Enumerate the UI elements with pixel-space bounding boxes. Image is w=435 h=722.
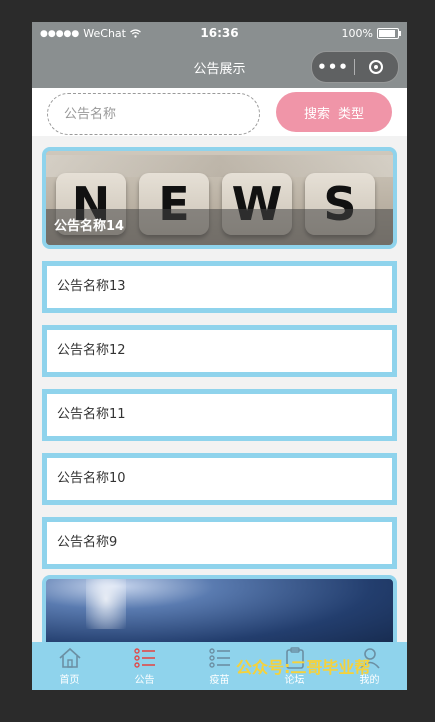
type-button-label: 类型 — [338, 105, 365, 121]
tab-label: 公告 — [134, 675, 155, 686]
more-button[interactable]: ••• — [312, 58, 354, 76]
tab-announcement[interactable]: 公告 — [107, 642, 182, 690]
status-bar: ●●●●● WeChat 16:36 100% — [32, 22, 407, 46]
announcement-list: N E W S 公告名称14 公告名称13 公告名称12 公告名称11 公告名称… — [42, 147, 397, 655]
phone-screen: ●●●●● WeChat 16:36 100% 公告展示 ••• 公告名称 搜索… — [32, 22, 407, 690]
search-button-label: 搜索 — [303, 105, 330, 121]
search-input[interactable] — [47, 93, 260, 135]
list-item-label: 公告名称11 — [57, 407, 126, 422]
search-type-button[interactable]: 搜索 类型 — [276, 92, 392, 132]
list-item[interactable]: 公告名称12 — [42, 325, 397, 377]
tab-label: 疫苗 — [209, 675, 230, 686]
tab-label: 首页 — [59, 675, 80, 686]
home-icon — [58, 647, 81, 668]
stage-light-image — [86, 579, 126, 629]
close-target-icon — [369, 60, 383, 74]
list-item[interactable]: 公告名称9 — [42, 517, 397, 569]
battery-percent: 100% — [341, 27, 373, 40]
search-bar: 搜索 类型 — [32, 88, 407, 136]
mini-program-capsule: ••• — [311, 51, 399, 83]
banner-caption: 公告名称14 — [46, 209, 393, 245]
list-icon — [208, 648, 230, 668]
list-item-label: 公告名称10 — [57, 471, 126, 486]
nav-bar: 公告展示 ••• — [32, 46, 407, 88]
list-item-label: 公告名称9 — [57, 535, 118, 550]
list-item[interactable]: 公告名称13 — [42, 261, 397, 313]
watermark-text: 公众号:二哥毕业帮 — [236, 658, 371, 677]
list-item-label: 公告名称13 — [57, 279, 126, 294]
close-button[interactable] — [355, 60, 397, 74]
list-item[interactable]: 公告名称11 — [42, 389, 397, 441]
battery-icon — [377, 28, 401, 39]
list-item-label: 公告名称12 — [57, 343, 126, 358]
announcement-banner-item[interactable]: N E W S 公告名称14 — [42, 147, 397, 249]
list-item[interactable]: 公告名称10 — [42, 453, 397, 505]
list-icon — [133, 648, 155, 668]
tab-home[interactable]: 首页 — [32, 642, 107, 690]
status-right: 100% — [341, 27, 401, 40]
battery-level — [379, 30, 395, 37]
more-dots-icon: ••• — [317, 58, 349, 76]
